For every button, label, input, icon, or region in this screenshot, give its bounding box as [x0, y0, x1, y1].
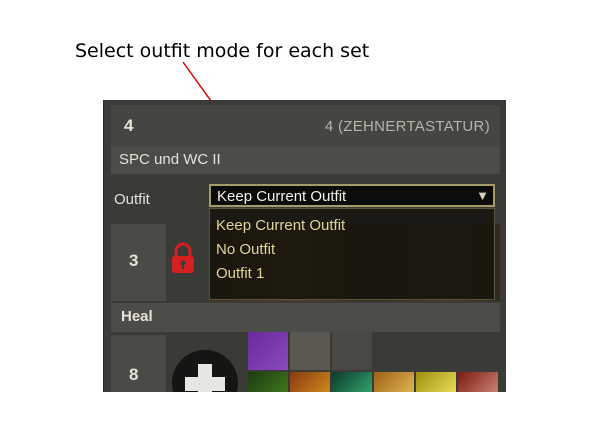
set-header: 4 4 (ZEHNERTASTATUR) [111, 105, 500, 147]
skill-icon-1[interactable] [248, 372, 288, 392]
chevron-down-icon[interactable]: ▼ [476, 188, 489, 203]
outfit-option-keep-current[interactable]: Keep Current Outfit [216, 217, 345, 234]
skill-icon-2[interactable] [290, 372, 330, 392]
outfit-dropdown-list: Keep Current Outfit No Outfit Outfit 1 [209, 208, 495, 300]
set-name: SPC und WC II [119, 151, 221, 168]
lock-icon[interactable] [168, 242, 198, 276]
skill-icon-4[interactable] [374, 372, 414, 392]
outfit-option-outfit-1[interactable]: Outfit 1 [216, 265, 264, 282]
set-number: 4 [124, 116, 134, 135]
skill-icon-3[interactable] [332, 372, 372, 392]
outfit-option-no-outfit[interactable]: No Outfit [216, 241, 275, 258]
outfit-select[interactable]: Keep Current Outfit ▼ [209, 184, 495, 207]
gear-slot-number: 3 [111, 224, 166, 301]
outfit-label: Outfit [114, 191, 150, 208]
outfit-selected-value: Keep Current Outfit [217, 188, 347, 205]
heal-set-name: Heal [121, 308, 153, 325]
skill-icon-6[interactable] [458, 372, 498, 392]
heal-slot-number-label: 8 [129, 365, 139, 384]
heal-slot-number: 8 [111, 335, 166, 392]
set-name-row[interactable]: SPC und WC II [111, 147, 500, 174]
skill-icon-weapon[interactable] [332, 332, 372, 370]
skill-icon-staff[interactable] [248, 332, 288, 370]
heal-cross-icon[interactable] [172, 350, 238, 392]
keybind-label[interactable]: 4 (ZEHNERTASTATUR) [325, 118, 490, 135]
skill-icon-5[interactable] [416, 372, 456, 392]
heal-set-name-row[interactable]: Heal [111, 303, 500, 332]
gear-slot-number-label: 3 [129, 251, 139, 270]
skill-icon-gem[interactable] [290, 332, 330, 370]
outfit-set-panel: 4 4 (ZEHNERTASTATUR) SPC und WC II Outfi… [103, 100, 506, 392]
